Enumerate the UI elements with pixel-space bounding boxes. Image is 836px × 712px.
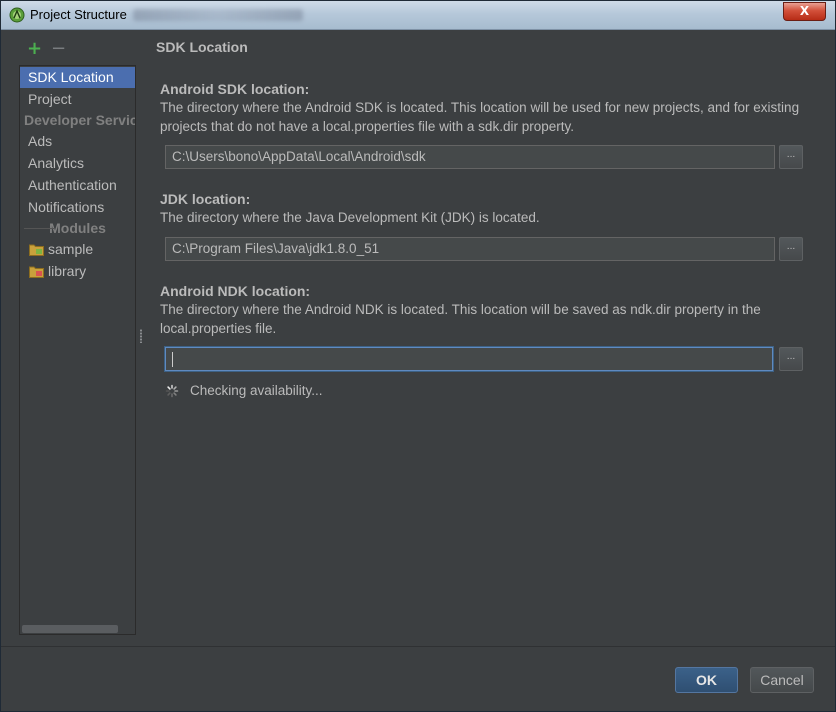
sidebar-module-sample[interactable]: sample (20, 239, 135, 260)
ndk-location-label: Android NDK location: (160, 283, 311, 299)
remove-icon[interactable]: − (51, 39, 66, 59)
ndk-location-input[interactable] (165, 347, 773, 371)
ok-button[interactable]: OK (675, 667, 738, 693)
sidebar-header-developer-services: Developer Services (24, 112, 135, 128)
ndk-browse-button[interactable]: ... (779, 347, 803, 371)
sidebar-item-analytics[interactable]: Analytics (20, 153, 135, 174)
sdk-location-input[interactable]: C:\Users\bono\AppData\Local\Android\sdk (165, 145, 775, 169)
sidebar-item-project[interactable]: Project (20, 89, 135, 110)
splitter-handle[interactable] (139, 329, 143, 343)
sidebar-module-label: sample (48, 241, 94, 257)
jdk-location-input[interactable]: C:\Program Files\Java\jdk1.8.0_51 (165, 237, 775, 261)
sidebar-horizontal-scrollbar[interactable] (22, 625, 118, 633)
window-title: Project Structure (30, 7, 127, 22)
sidebar: SDK Location Project Developer Services … (19, 65, 136, 635)
sidebar-item-sdk-location[interactable]: SDK Location (20, 67, 135, 88)
blurred-title-detail (133, 9, 303, 21)
close-button[interactable]: X (783, 2, 826, 21)
jdk-browse-button[interactable]: ... (779, 237, 803, 261)
library-module-folder-icon (29, 266, 44, 278)
sidebar-module-library[interactable]: library (20, 261, 135, 282)
jdk-location-label: JDK location: (160, 191, 251, 207)
sidebar-header-modules: Modules (20, 218, 135, 239)
ndk-location-description: The directory where the Android NDK is l… (160, 302, 761, 336)
sidebar-item-ads[interactable]: Ads (20, 131, 135, 152)
sdk-location-description: The directory where the Android SDK is l… (160, 100, 800, 134)
sidebar-module-label: library (48, 263, 87, 279)
loading-spinner-icon (165, 384, 179, 398)
project-structure-dialog: Project Structure X + − SDK Location Pro… (0, 0, 836, 712)
sdk-browse-button[interactable]: ... (779, 145, 803, 169)
sidebar-item-authentication[interactable]: Authentication (20, 175, 135, 196)
availability-status: Checking availability... (190, 383, 323, 398)
android-module-folder-icon (29, 244, 44, 256)
title-bar[interactable]: Project Structure X (1, 1, 835, 30)
android-studio-app-icon (9, 7, 25, 23)
footer-divider (1, 646, 835, 647)
sdk-location-label: Android SDK location: (160, 81, 310, 97)
sidebar-item-notifications[interactable]: Notifications (20, 197, 135, 218)
page-title: SDK Location (156, 39, 248, 55)
jdk-location-description: The directory where the Java Development… (160, 210, 540, 225)
cancel-button[interactable]: Cancel (750, 667, 814, 693)
text-caret (172, 352, 173, 367)
add-icon[interactable]: + (27, 39, 42, 59)
